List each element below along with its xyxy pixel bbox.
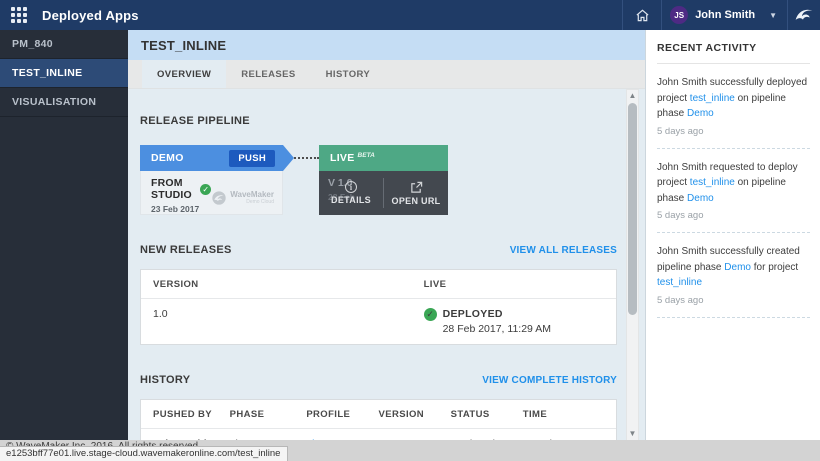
demo-date: 23 Feb 2017 [151, 204, 211, 214]
live-phase-label: LIVE [330, 152, 355, 164]
activity-time: 5 days ago [657, 126, 810, 137]
history-table: PUSHED BY PHASE PROFILE VERSION STATUS T… [140, 399, 617, 441]
col-version: VERSION [378, 409, 450, 420]
activity-divider [657, 317, 810, 318]
details-button[interactable]: i DETAILS [319, 171, 383, 215]
user-menu[interactable]: JS John Smith ▼ [662, 0, 787, 30]
brand-logo [788, 0, 820, 30]
sidebar-item-test-inline[interactable]: TEST_INLINE [0, 59, 128, 88]
top-bar: Deployed Apps JS John Smith ▼ [0, 0, 820, 30]
demo-card-header: DEMO PUSH [140, 145, 283, 171]
col-profile: PROFILE [306, 409, 378, 420]
live-phase-card: LIVE BETA V 1.0 28 Feb i DETAI [319, 145, 448, 215]
beta-badge: BETA [358, 152, 375, 159]
avatar: JS [670, 6, 688, 24]
project-link[interactable]: test_inline [657, 277, 702, 288]
col-time: TIME [523, 409, 604, 420]
col-live: LIVE [424, 279, 604, 290]
demo-card-body: FROM STUDIO ✓ 23 Feb 2017 [140, 171, 283, 215]
apps-grid-icon[interactable] [11, 7, 27, 23]
wavemaker-wave-icon [794, 5, 814, 25]
user-name: John Smith [695, 9, 755, 21]
phase-link[interactable]: Demo [687, 108, 714, 119]
from-studio-label: FROM STUDIO [151, 177, 195, 201]
phase-link[interactable]: Demo [687, 193, 714, 204]
sidebar-item-visualisation[interactable]: VISUALISATION [0, 88, 128, 117]
scroll-up-arrow[interactable]: ▲ [627, 90, 638, 102]
col-version: VERSION [153, 279, 424, 290]
sidebar-item-pm-840[interactable]: PM_840 [0, 30, 128, 59]
demo-phase-label: DEMO [151, 152, 229, 164]
demo-arrow [283, 145, 294, 171]
activity-item: John Smith successfully created pipeline… [657, 233, 810, 318]
watermark-brand-name: WaveMaker [230, 190, 274, 199]
info-icon: i [345, 181, 357, 193]
col-status: STATUS [451, 409, 523, 420]
scrollbar-thumb[interactable] [628, 103, 637, 315]
projects-sidebar: PM_840 TEST_INLINE VISUALISATION [0, 30, 128, 441]
new-releases-heading: NEW RELEASES [140, 244, 232, 256]
main-panel: TEST_INLINE OVERVIEW RELEASES HISTORY RE… [128, 30, 645, 441]
tab-overview[interactable]: OVERVIEW [142, 60, 226, 88]
page-title: TEST_INLINE [141, 38, 226, 53]
live-hover-overlay: i DETAILS OP [319, 171, 448, 215]
view-all-releases-link[interactable]: VIEW ALL RELEASES [510, 245, 617, 256]
view-complete-history-link[interactable]: VIEW COMPLETE HISTORY [482, 375, 617, 386]
wavemaker-watermark: WaveMaker Demo Cloud [211, 181, 274, 214]
demo-phase-card: DEMO PUSH FROM STUDIO ✓ 23 Feb 2017 [140, 145, 283, 215]
live-card-body: V 1.0 28 Feb i DETAILS [319, 171, 448, 215]
release-version: 1.0 [153, 308, 424, 335]
tab-bar: OVERVIEW RELEASES HISTORY [128, 60, 645, 89]
new-releases-table: VERSION LIVE 1.0 ✓ DEPLOYED 28 Feb 2017,… [140, 269, 617, 345]
deployed-check-icon: ✓ [424, 308, 437, 321]
app-title: Deployed Apps [42, 8, 139, 23]
tab-history[interactable]: HISTORY [311, 60, 386, 88]
activity-text: John Smith successfully deployed project… [657, 75, 810, 122]
activity-item: John Smith successfully deployed project… [657, 64, 810, 149]
project-link[interactable]: test_inline [690, 93, 735, 104]
tab-releases[interactable]: RELEASES [226, 60, 310, 88]
table-header-row: VERSION LIVE [141, 270, 616, 299]
pipeline-cards: DEMO PUSH FROM STUDIO ✓ 23 Feb 2017 [140, 145, 617, 215]
table-header-row: PUSHED BY PHASE PROFILE VERSION STATUS T… [141, 400, 616, 429]
release-live-status: ✓ DEPLOYED 28 Feb 2017, 11:29 AM [424, 308, 604, 335]
activity-text: John Smith successfully created pipeline… [657, 244, 810, 291]
deployed-label: DEPLOYED [443, 308, 551, 320]
success-check-icon: ✓ [200, 184, 211, 195]
push-button[interactable]: PUSH [229, 150, 275, 167]
home-icon [635, 8, 650, 23]
activity-time: 5 days ago [657, 210, 810, 221]
project-link[interactable]: test_inline [690, 177, 735, 188]
open-url-button[interactable]: OPEN URL [384, 171, 448, 215]
open-url-icon [410, 181, 423, 194]
history-heading: HISTORY [140, 374, 190, 386]
page-header: TEST_INLINE [128, 30, 645, 60]
browser-status-url: e1253bff77e01.live.stage-cloud.wavemaker… [0, 446, 288, 461]
deployed-apps-window: Deployed Apps JS John Smith ▼ PM_840 TES… [0, 0, 820, 461]
overview-content: RELEASE PIPELINE DEMO PUSH FROM STUDIO [128, 89, 645, 441]
wavemaker-wave-icon [211, 190, 227, 206]
scroll-down-arrow[interactable]: ▼ [627, 428, 638, 440]
col-phase: PHASE [230, 409, 307, 420]
vertical-scrollbar[interactable]: ▲ ▼ [626, 89, 639, 441]
activity-time: 5 days ago [657, 295, 810, 306]
watermark-brand-sub: Demo Cloud [230, 199, 274, 205]
recent-activity-heading: RECENT ACTIVITY [657, 42, 810, 64]
phase-link[interactable]: Demo [724, 262, 751, 273]
activity-item: John Smith requested to deploy project t… [657, 149, 810, 234]
release-pipeline-heading: RELEASE PIPELINE [140, 115, 617, 127]
home-button[interactable] [623, 0, 661, 30]
live-card-header: LIVE BETA [319, 145, 448, 171]
table-row: 1.0 ✓ DEPLOYED 28 Feb 2017, 11:29 AM [141, 299, 616, 344]
col-pushed-by: PUSHED BY [153, 409, 230, 420]
recent-activity-panel: RECENT ACTIVITY John Smith successfully … [645, 30, 820, 441]
chevron-down-icon: ▼ [769, 11, 777, 20]
deployed-time: 28 Feb 2017, 11:29 AM [443, 323, 551, 335]
activity-text: John Smith requested to deploy project t… [657, 160, 810, 207]
